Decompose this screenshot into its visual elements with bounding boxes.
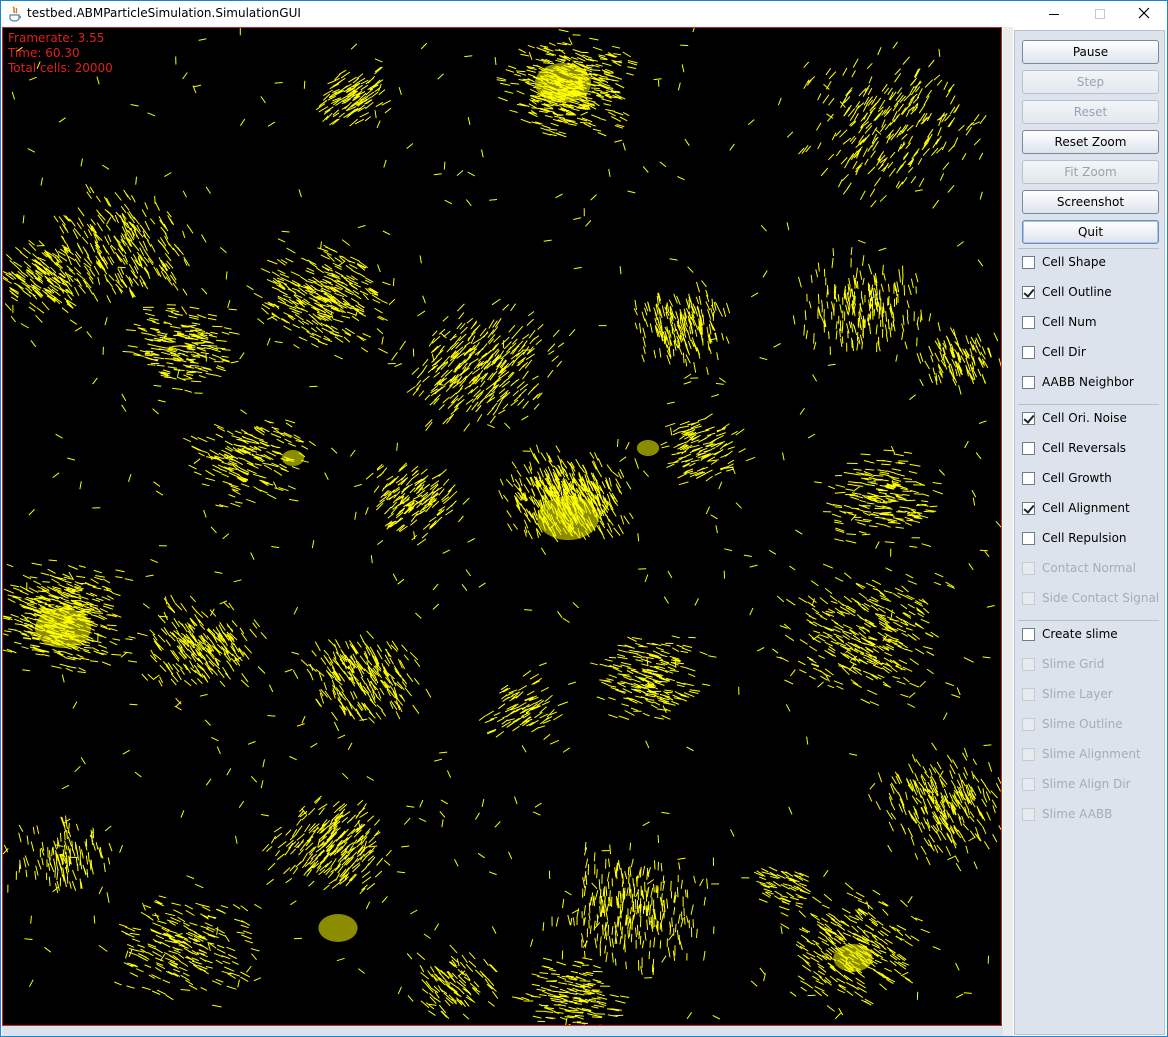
- screenshot-button[interactable]: Screenshot: [1022, 190, 1159, 214]
- checkbox-box[interactable]: [1022, 777, 1035, 791]
- checkbox-cell-alignment[interactable]: Cell Alignment: [1022, 498, 1162, 518]
- checkbox-box[interactable]: [1022, 591, 1035, 605]
- pause-button[interactable]: Pause: [1022, 40, 1159, 64]
- checkbox-aabb-neighbor[interactable]: AABB Neighbor: [1022, 372, 1162, 392]
- panel-separator: [1018, 620, 1159, 621]
- maximize-icon: [1095, 9, 1105, 19]
- checkbox-label: Cell Reversals: [1042, 441, 1127, 455]
- checkbox-label: Create slime: [1042, 627, 1118, 641]
- checkbox-box[interactable]: [1022, 807, 1035, 821]
- checkbox-side-contact-signal[interactable]: Side Contact Signal: [1022, 588, 1162, 608]
- checkbox-cell-ori-noise[interactable]: Cell Ori. Noise: [1022, 408, 1162, 428]
- checkbox-cell-dir[interactable]: Cell Dir: [1022, 342, 1162, 362]
- dense-cell-cluster: [537, 496, 599, 540]
- checkbox-box[interactable]: [1022, 747, 1035, 761]
- time-text: Time: 60.30: [8, 46, 80, 60]
- checkbox-box[interactable]: [1022, 285, 1035, 299]
- checkbox-label: Slime Alignment: [1042, 747, 1141, 761]
- checkbox-label: Slime Layer: [1042, 687, 1113, 701]
- maximize-button[interactable]: [1077, 1, 1123, 27]
- checkbox-label: AABB Neighbor: [1042, 375, 1134, 389]
- total-cells-text: Total cells: 20000: [8, 61, 113, 75]
- reset-zoom-button[interactable]: Reset Zoom: [1022, 130, 1159, 154]
- checkbox-box[interactable]: [1022, 471, 1035, 485]
- checkbox-contact-normal[interactable]: Contact Normal: [1022, 558, 1162, 578]
- checkbox-slime-layer[interactable]: Slime Layer: [1022, 684, 1162, 704]
- simulation-canvas[interactable]: Framerate: 3.55 Time: 60.30 Total cells:…: [2, 27, 1002, 1026]
- simulation-stats: Framerate: 3.55 Time: 60.30 Total cells:…: [8, 31, 113, 76]
- canvas-bottom-strip: [2, 1026, 1003, 1036]
- dense-cell-cluster: [318, 914, 358, 942]
- minimize-icon: [1049, 13, 1059, 15]
- checkbox-slime-aabb[interactable]: Slime AABB: [1022, 804, 1162, 824]
- cell-field: [3, 28, 1001, 1025]
- application-window: testbed.ABMParticleSimulation.Simulation…: [0, 0, 1168, 1037]
- panel-gap: [1003, 27, 1013, 1036]
- checkbox-box[interactable]: [1022, 255, 1035, 269]
- checkbox-slime-alignment[interactable]: Slime Alignment: [1022, 744, 1162, 764]
- checkbox-box[interactable]: [1022, 657, 1035, 671]
- checkbox-box[interactable]: [1022, 375, 1035, 389]
- close-button[interactable]: [1121, 1, 1167, 27]
- checkbox-box[interactable]: [1022, 717, 1035, 731]
- checkbox-box[interactable]: [1022, 411, 1035, 425]
- checkbox-label: Slime Grid: [1042, 657, 1105, 671]
- title-bar[interactable]: testbed.ABMParticleSimulation.Simulation…: [1, 1, 1167, 27]
- fit-zoom-button[interactable]: Fit Zoom: [1022, 160, 1159, 184]
- checkbox-cell-num[interactable]: Cell Num: [1022, 312, 1162, 332]
- checkbox-box[interactable]: [1022, 345, 1035, 359]
- close-icon: [1138, 7, 1150, 22]
- window-title: testbed.ABMParticleSimulation.Simulation…: [27, 6, 301, 20]
- checkbox-cell-outline[interactable]: Cell Outline: [1022, 282, 1162, 302]
- checkbox-slime-align-dir[interactable]: Slime Align Dir: [1022, 774, 1162, 794]
- dense-cell-cluster: [535, 63, 591, 103]
- checkbox-label: Slime Outline: [1042, 717, 1123, 731]
- checkbox-label: Slime Align Dir: [1042, 777, 1131, 791]
- checkbox-box[interactable]: [1022, 315, 1035, 329]
- checkbox-cell-reversals[interactable]: Cell Reversals: [1022, 438, 1162, 458]
- checkbox-cell-repulsion[interactable]: Cell Repulsion: [1022, 528, 1162, 548]
- framerate-text: Framerate: 3.55: [8, 31, 105, 45]
- checkbox-box[interactable]: [1022, 627, 1035, 641]
- checkbox-label: Slime AABB: [1042, 807, 1113, 821]
- checkbox-label: Cell Shape: [1042, 255, 1106, 269]
- minimize-button[interactable]: [1031, 1, 1077, 27]
- checkbox-label: Cell Outline: [1042, 285, 1112, 299]
- checkbox-create-slime[interactable]: Create slime: [1022, 624, 1162, 644]
- checkbox-cell-shape[interactable]: Cell Shape: [1022, 252, 1162, 272]
- checkbox-slime-outline[interactable]: Slime Outline: [1022, 714, 1162, 734]
- step-button[interactable]: Step: [1022, 70, 1159, 94]
- quit-button[interactable]: Quit: [1022, 220, 1159, 244]
- dense-cell-cluster: [636, 440, 660, 456]
- checkbox-label: Cell Growth: [1042, 471, 1112, 485]
- checkbox-label: Cell Num: [1042, 315, 1097, 329]
- checkbox-label: Contact Normal: [1042, 561, 1136, 575]
- checkbox-box[interactable]: [1022, 441, 1035, 455]
- checkbox-label: Cell Alignment: [1042, 501, 1130, 515]
- reset-button[interactable]: Reset: [1022, 100, 1159, 124]
- control-panel: Pause Step Reset Reset Zoom Fit Zoom Screensh…: [1014, 30, 1165, 1035]
- checkbox-box[interactable]: [1022, 531, 1035, 545]
- checkbox-cell-growth[interactable]: Cell Growth: [1022, 468, 1162, 488]
- checkbox-label: Cell Dir: [1042, 345, 1086, 359]
- dense-cell-cluster: [35, 608, 91, 648]
- dense-cell-cluster: [281, 450, 305, 466]
- checkbox-box[interactable]: [1022, 687, 1035, 701]
- checkbox-label: Cell Ori. Noise: [1042, 411, 1127, 425]
- cell-particles: [3, 28, 1001, 1025]
- checkbox-slime-grid[interactable]: Slime Grid: [1022, 654, 1162, 674]
- dense-cell-cluster: [833, 944, 873, 972]
- checkbox-label: Side Contact Signal: [1042, 591, 1160, 605]
- checkbox-box[interactable]: [1022, 501, 1035, 515]
- panel-separator: [1018, 248, 1159, 249]
- checkbox-label: Cell Repulsion: [1042, 531, 1127, 545]
- java-app-icon: [8, 6, 22, 22]
- panel-separator: [1018, 404, 1159, 405]
- checkbox-box[interactable]: [1022, 561, 1035, 575]
